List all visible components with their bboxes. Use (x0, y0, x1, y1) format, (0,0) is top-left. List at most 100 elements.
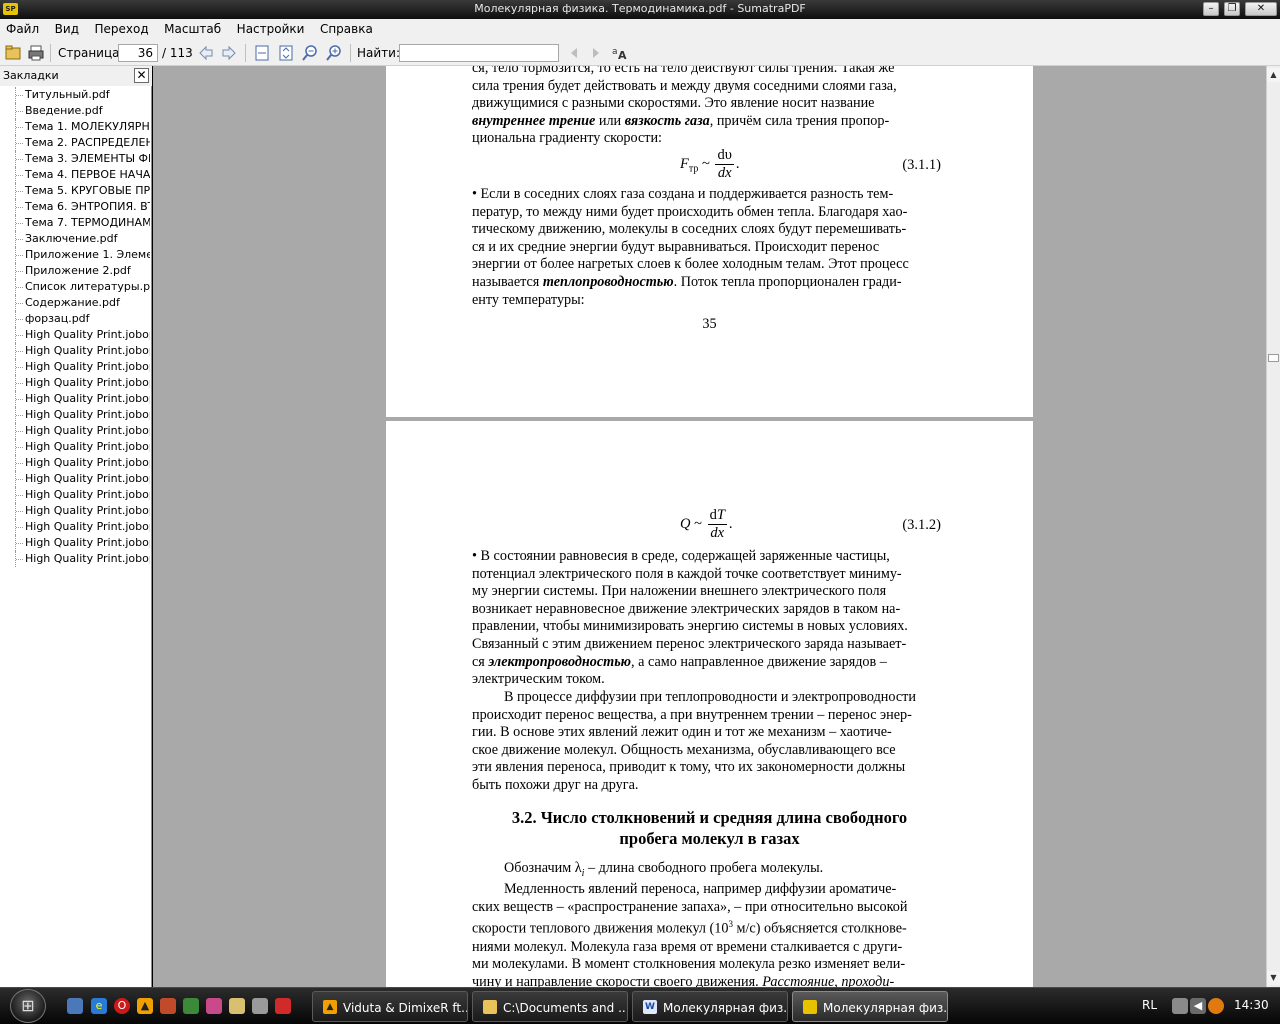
prev-page-icon[interactable] (197, 44, 215, 62)
taskbar: ⊞ e O ▲ ▲ Viduta & DimixeR ft... C:\Docu… (0, 987, 1280, 1024)
app-launcher-icon[interactable] (252, 998, 268, 1014)
app-launcher-icon[interactable] (206, 998, 222, 1014)
menu-settings[interactable]: Настройки (231, 19, 311, 40)
print-icon[interactable] (27, 44, 45, 62)
find-label: Найти: (357, 46, 401, 60)
vertical-scrollbar[interactable]: ▲ ▼ (1266, 66, 1280, 987)
volume-icon[interactable]: ◀ (1190, 998, 1206, 1014)
bookmark-item[interactable]: Тема 6. ЭНТРОПИЯ. ВТО (0, 199, 150, 215)
close-icon[interactable]: ✕ (134, 68, 149, 83)
page-label: Страница: (58, 46, 124, 60)
bookmarks-sidebar: Закладки ✕ Титульный.pdf Введение.pdf Те… (0, 66, 152, 987)
start-button[interactable]: ⊞ (10, 989, 46, 1023)
scrollbar-thumb[interactable] (1268, 354, 1279, 362)
bookmark-item[interactable]: High Quality Print.jobop (0, 391, 150, 407)
bookmark-item[interactable]: High Quality Print.jobop (0, 423, 150, 439)
next-page-icon[interactable] (220, 44, 238, 62)
equation: Fтр ~ dυ dx. (3.1.1) (680, 147, 941, 181)
scroll-down-icon[interactable]: ▼ (1267, 971, 1280, 985)
bookmark-item[interactable]: High Quality Print.jobop (0, 471, 150, 487)
bookmark-item[interactable]: High Quality Print.jobop (0, 535, 150, 551)
bookmark-item[interactable]: Тема 3. ЭЛЕМЕНТЫ ФИЗ (0, 151, 150, 167)
app-launcher-icon[interactable] (183, 998, 199, 1014)
language-indicator[interactable]: RL (1142, 998, 1157, 1012)
bookmark-item[interactable]: High Quality Print.jobop (0, 503, 150, 519)
bookmark-item[interactable]: High Quality Print.jobop (0, 487, 150, 503)
bookmark-item[interactable]: High Quality Print.jobop (0, 407, 150, 423)
bookmark-item[interactable]: Введение.pdf (0, 103, 150, 119)
bookmark-item[interactable]: Тема 2. РАСПРЕДЕЛЕНИ (0, 135, 150, 151)
bookmark-item[interactable]: Приложение 1. Элемен (0, 247, 150, 263)
app-launcher-icon[interactable] (160, 998, 176, 1014)
match-case-icon[interactable]: aA (611, 44, 629, 62)
app-launcher-icon[interactable] (275, 998, 291, 1014)
page-total: / 113 (162, 46, 193, 60)
close-button[interactable]: ✕ (1245, 2, 1277, 16)
toolbar-separator (245, 44, 246, 62)
network-icon[interactable] (1172, 998, 1188, 1014)
scroll-up-icon[interactable]: ▲ (1267, 68, 1280, 82)
find-prev-icon[interactable] (565, 44, 583, 62)
bookmark-item[interactable]: форзац.pdf (0, 311, 150, 327)
internet-explorer-icon[interactable]: e (91, 998, 107, 1014)
folder-icon (483, 1000, 497, 1014)
taskbar-task[interactable]: C:\Documents and ... (472, 991, 628, 1022)
bookmark-item[interactable]: High Quality Print.jobop (0, 375, 150, 391)
minimize-button[interactable]: – (1203, 2, 1219, 16)
title-bar: SP Молекулярная физика. Термодинамика.pd… (0, 0, 1280, 19)
word-icon: W (643, 1000, 657, 1014)
find-next-icon[interactable] (587, 44, 605, 62)
find-input[interactable] (399, 44, 559, 62)
clock[interactable]: 14:30 (1234, 998, 1269, 1012)
pdf-page: Q ~ dT dx. (3.1.2) • В состоянии равновес… (386, 421, 1033, 987)
bookmark-item[interactable]: Тема 4. ПЕРВОЕ НАЧАЛО (0, 167, 150, 183)
bookmark-item[interactable]: Тема 1. МОЛЕКУЛЯРНО- (0, 119, 150, 135)
document-view[interactable]: ся, тело тормозится, то есть на тело дей… (153, 66, 1266, 987)
taskbar-task[interactable]: Молекулярная физ... (792, 991, 948, 1022)
zoom-in-icon[interactable] (325, 44, 343, 62)
bookmark-item[interactable]: High Quality Print.jobop (0, 455, 150, 471)
menu-view[interactable]: Вид (49, 19, 85, 40)
bookmark-item[interactable]: Заключение.pdf (0, 231, 150, 247)
tray-app-icon[interactable] (1208, 998, 1224, 1014)
svg-text:a: a (612, 47, 618, 57)
bookmark-item[interactable]: High Quality Print.jobop (0, 343, 150, 359)
fit-width-icon[interactable] (277, 44, 295, 62)
fit-page-icon[interactable] (253, 44, 271, 62)
window-title: Молекулярная физика. Термодинамика.pdf -… (474, 2, 806, 15)
bookmark-item[interactable]: Титульный.pdf (0, 87, 150, 103)
zoom-out-icon[interactable] (301, 44, 319, 62)
show-desktop-icon[interactable] (67, 998, 83, 1014)
bookmark-item[interactable]: Приложение 2.pdf (0, 263, 150, 279)
bookmark-item[interactable]: High Quality Print.jobop (0, 551, 150, 567)
menu-goto[interactable]: Переход (88, 19, 154, 40)
sidebar-title: Закладки (3, 69, 59, 82)
bookmark-item[interactable]: High Quality Print.jobop (0, 327, 150, 343)
page-number-input[interactable] (118, 44, 158, 62)
maximize-button[interactable]: ❐ (1224, 2, 1240, 16)
app-launcher-icon[interactable] (229, 998, 245, 1014)
open-icon[interactable] (4, 44, 22, 62)
taskbar-task[interactable]: ▲ Viduta & DimixeR ft... (312, 991, 468, 1022)
bookmark-item[interactable]: High Quality Print.jobop (0, 359, 150, 375)
paragraph: ся, тело тормозится, то есть на тело дей… (472, 66, 897, 147)
bookmark-tree: Титульный.pdf Введение.pdf Тема 1. МОЛЕК… (0, 87, 150, 987)
taskbar-task[interactable]: W Молекулярная физ... (632, 991, 788, 1022)
bookmark-item[interactable]: Содержание.pdf (0, 295, 150, 311)
sumatra-icon (803, 1000, 817, 1014)
paragraph: Медленность явлений переноса, например д… (472, 881, 908, 987)
section-heading: 3.2. Число столкновений и средняя длина … (511, 808, 908, 848)
menu-zoom[interactable]: Масштаб (158, 19, 227, 40)
menu-help[interactable]: Справка (314, 19, 379, 40)
toolbar-separator (350, 44, 351, 62)
menu-bar: Файл Вид Переход Масштаб Настройки Справ… (0, 19, 1280, 40)
bookmark-item[interactable]: High Quality Print.jobop (0, 519, 150, 535)
bookmark-item[interactable]: Тема 5. КРУГОВЫЕ ПРО (0, 183, 150, 199)
bookmark-item[interactable]: Тема 7. ТЕРМОДИНАМИ (0, 215, 150, 231)
menu-file[interactable]: Файл (0, 19, 45, 40)
opera-icon[interactable]: O (114, 998, 130, 1014)
bookmark-item[interactable]: High Quality Print.jobop (0, 439, 150, 455)
bookmark-item[interactable]: Список литературы.pdf (0, 279, 150, 295)
winamp-icon[interactable]: ▲ (137, 998, 153, 1014)
svg-text:A: A (618, 49, 627, 62)
